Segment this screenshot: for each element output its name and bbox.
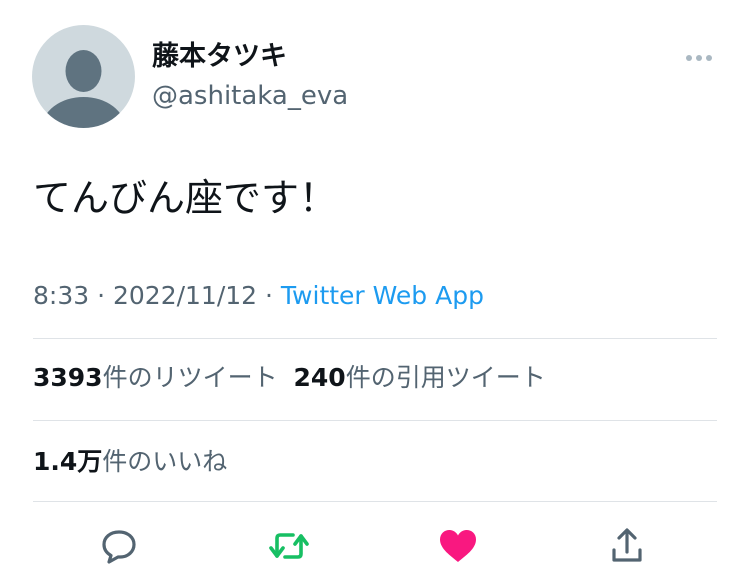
tweet-text: てんびん座です！ bbox=[33, 176, 338, 220]
stats-row-likes: 1.4万件のいいね bbox=[33, 446, 227, 478]
likes-label: 件のいいね bbox=[102, 447, 228, 476]
tweet-meta: 8:33 · 2022/11/12 · Twitter Web App bbox=[33, 280, 484, 312]
divider bbox=[33, 501, 717, 502]
user-handle[interactable]: @ashitaka_eva bbox=[152, 80, 348, 112]
meta-separator: · bbox=[257, 281, 281, 310]
quotes-label: 件の引用ツイート bbox=[345, 363, 546, 392]
retweets-stat[interactable]: 3393件のリツイート bbox=[33, 363, 278, 392]
share-button[interactable] bbox=[603, 522, 651, 570]
action-bar bbox=[0, 522, 750, 570]
divider bbox=[33, 338, 717, 339]
heart-icon bbox=[440, 530, 476, 562]
tweet-date[interactable]: 2022/11/12 bbox=[113, 281, 257, 310]
retweet-button[interactable] bbox=[265, 522, 313, 570]
likes-stat[interactable]: 1.4万件のいいね bbox=[33, 447, 227, 476]
tweet-source-link[interactable]: Twitter Web App bbox=[281, 281, 484, 310]
reply-icon bbox=[102, 530, 136, 564]
divider bbox=[33, 420, 717, 421]
share-icon bbox=[612, 528, 642, 562]
display-name[interactable]: 藤本タツキ bbox=[152, 40, 287, 74]
tweet-time[interactable]: 8:33 bbox=[33, 281, 89, 310]
more-dots-icon[interactable] bbox=[680, 46, 720, 70]
quotes-stat[interactable]: 240件の引用ツイート bbox=[294, 363, 546, 392]
retweet-icon bbox=[269, 533, 309, 559]
likes-count: 1.4万 bbox=[33, 447, 103, 476]
default-avatar-icon bbox=[41, 50, 126, 128]
stats-row-retweets: 3393件のリツイート 240件の引用ツイート bbox=[33, 362, 546, 394]
retweets-count: 3393 bbox=[33, 363, 103, 392]
retweets-label: 件のリツイート bbox=[102, 363, 278, 392]
like-button[interactable] bbox=[434, 522, 482, 570]
avatar[interactable] bbox=[32, 25, 135, 128]
meta-separator: · bbox=[89, 281, 113, 310]
quotes-count: 240 bbox=[293, 363, 346, 392]
reply-button[interactable] bbox=[95, 522, 143, 570]
